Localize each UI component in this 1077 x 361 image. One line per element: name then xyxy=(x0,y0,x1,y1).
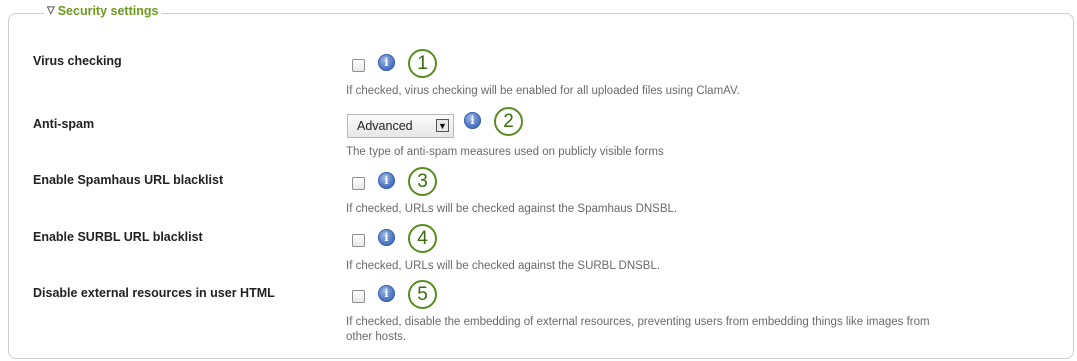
label-surbl: Enable SURBL URL blacklist xyxy=(33,230,203,244)
disable-external-resources-description-line2: other hosts. xyxy=(346,331,407,343)
callout-2: 2 xyxy=(494,107,523,136)
surbl-description: If checked, URLs will be checked against… xyxy=(346,260,661,272)
disable-external-resources-checkbox[interactable] xyxy=(352,290,365,303)
info-icon[interactable]: i xyxy=(378,285,395,302)
callout-4: 4 xyxy=(408,224,437,253)
section-title: Security settings xyxy=(57,4,159,18)
info-icon[interactable]: i xyxy=(464,112,481,129)
label-disable-external-resources: Disable external resources in user HTML xyxy=(33,286,275,300)
callout-1: 1 xyxy=(408,49,437,78)
spamhaus-checkbox[interactable] xyxy=(352,177,365,190)
anti-spam-description: The type of anti-spam measures used on p… xyxy=(346,146,664,158)
label-virus-checking: Virus checking xyxy=(33,54,122,68)
info-icon[interactable]: i xyxy=(378,172,395,189)
callout-3: 3 xyxy=(408,167,437,196)
callout-5: 5 xyxy=(408,280,437,309)
section-toggle[interactable]: ▽ Security settings xyxy=(44,4,162,18)
virus-checking-checkbox[interactable] xyxy=(352,59,365,72)
surbl-checkbox[interactable] xyxy=(352,234,365,247)
triangle-down-icon: ▽ xyxy=(47,4,55,16)
chevron-down-icon: ▼ xyxy=(436,119,449,132)
disable-external-resources-description-line1: If checked, disable the embedding of ext… xyxy=(346,316,930,328)
label-anti-spam: Anti-spam xyxy=(33,117,95,131)
anti-spam-select[interactable]: Advanced ▼ xyxy=(347,114,454,138)
info-icon[interactable]: i xyxy=(378,54,395,71)
spamhaus-description: If checked, URLs will be checked against… xyxy=(346,203,678,215)
virus-checking-description: If checked, virus checking will be enabl… xyxy=(346,85,740,97)
info-icon[interactable]: i xyxy=(378,229,395,246)
anti-spam-selected-value: Advanced xyxy=(357,119,413,133)
label-spamhaus: Enable Spamhaus URL blacklist xyxy=(33,173,224,187)
